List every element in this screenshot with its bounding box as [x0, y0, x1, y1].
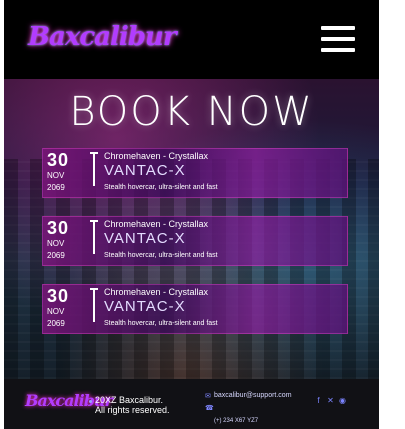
x-icon[interactable]: ✕: [326, 396, 335, 405]
copyright-text: 20XZ Baxcalibur. All rights reserved.: [95, 395, 170, 415]
booking-year: 2069: [47, 319, 65, 328]
site-footer: Baxcalibur 20XZ Baxcalibur. All rights r…: [4, 379, 379, 429]
bullet-icon: [89, 400, 92, 403]
phone-icon: ☎: [205, 405, 214, 412]
hamburger-menu-button[interactable]: [321, 26, 355, 52]
booking-hero: BOOK NOW 30 NOV 2069 Chromehaven - Cryst…: [4, 79, 379, 379]
booking-vehicle: VANTAC-X: [104, 298, 186, 315]
booking-day: 30: [47, 218, 70, 238]
copyright-line: All rights reserved.: [95, 405, 170, 415]
support-phone[interactable]: (+) 234 X67 YZ7: [214, 418, 258, 424]
mail-icon: ✉: [205, 393, 211, 400]
page-frame: Baxcalibur BOOK NOW 30 NOV 2069 Chromeha…: [4, 0, 379, 429]
booking-day: 30: [47, 150, 70, 170]
booking-vehicle: VANTAC-X: [104, 230, 186, 247]
booking-route: Chromehaven - Crystallax: [104, 287, 209, 297]
booking-card[interactable]: 30 NOV 2069 Chromehaven - Crystallax VAN…: [42, 148, 348, 198]
booking-route: Chromehaven - Crystallax: [104, 219, 209, 229]
facebook-icon[interactable]: f: [314, 396, 323, 405]
divider-icon: [90, 220, 98, 254]
booking-vehicle: VANTAC-X: [104, 162, 186, 179]
booking-year: 2069: [47, 251, 65, 260]
booking-card[interactable]: 30 NOV 2069 Chromehaven - Crystallax VAN…: [42, 284, 348, 334]
booking-day: 30: [47, 286, 70, 306]
copyright-line: 20XZ Baxcalibur.: [95, 395, 164, 405]
booking-year: 2069: [47, 183, 65, 192]
divider-icon: [90, 152, 98, 186]
booking-month: NOV: [47, 307, 65, 316]
hamburger-icon-line: [321, 48, 355, 52]
instagram-icon[interactable]: ◉: [338, 396, 347, 405]
booking-month: NOV: [47, 171, 65, 180]
booking-card[interactable]: 30 NOV 2069 Chromehaven - Crystallax VAN…: [42, 216, 348, 266]
booking-month: NOV: [47, 239, 65, 248]
booking-route: Chromehaven - Crystallax: [104, 151, 209, 161]
site-logo[interactable]: Baxcalibur: [28, 22, 177, 52]
booking-description: Stealth hovercar, ultra-silent and fast: [104, 184, 218, 191]
page-title: BOOK NOW: [69, 89, 314, 135]
booking-description: Stealth hovercar, ultra-silent and fast: [104, 320, 218, 327]
booking-description: Stealth hovercar, ultra-silent and fast: [104, 252, 218, 259]
hamburger-icon-line: [321, 37, 355, 41]
support-email-link[interactable]: baxcalibur@support.com: [214, 391, 306, 400]
divider-icon: [90, 288, 98, 322]
site-header: Baxcalibur: [4, 0, 379, 79]
hamburger-icon-line: [321, 26, 355, 30]
